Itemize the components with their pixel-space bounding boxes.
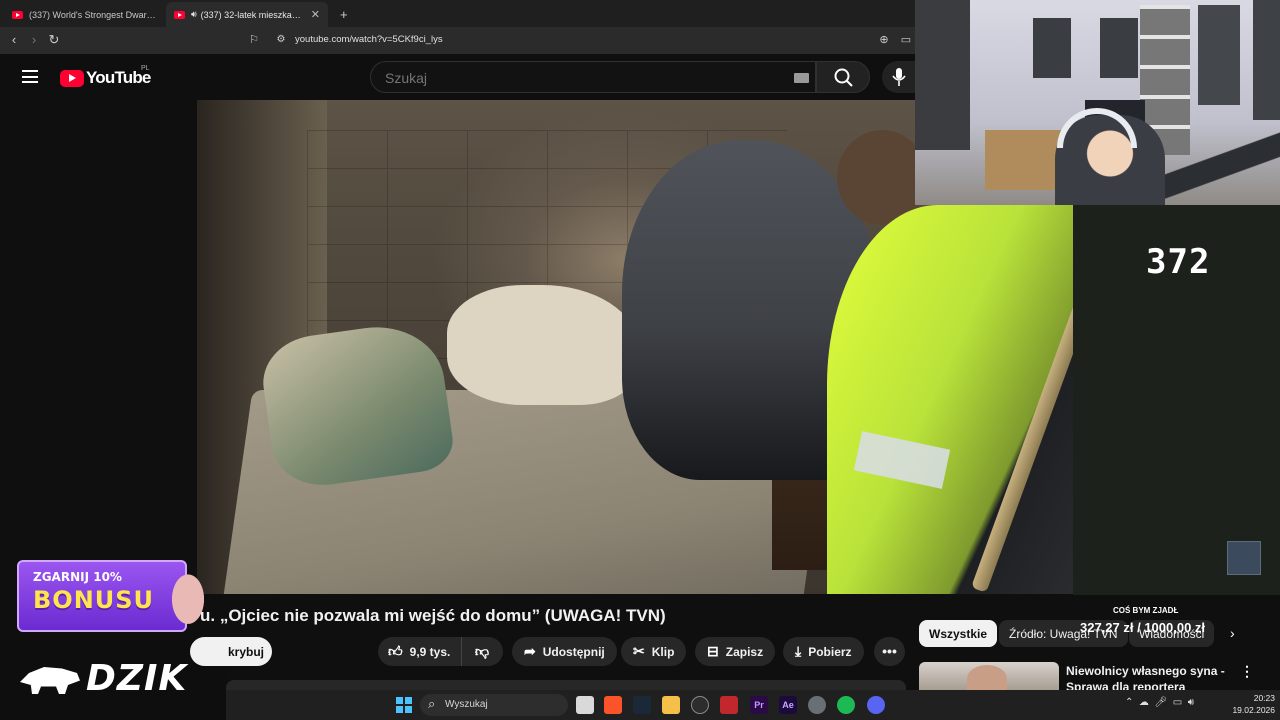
scissors-icon: ✂ [633, 643, 645, 659]
premiere-pro-icon[interactable]: Pr [750, 696, 768, 714]
task-view-icon[interactable] [576, 696, 594, 714]
brave-browser-icon[interactable] [604, 696, 622, 714]
donation-goal-label: COŚ BYM ZJADŁ [1113, 606, 1179, 615]
kebab-menu-icon[interactable]: ⋮ [1240, 663, 1254, 680]
taskbar-search[interactable]: Wyszukaj [420, 694, 568, 716]
new-tab-button[interactable]: + [332, 2, 356, 27]
microphone-icon [892, 68, 906, 86]
chip-all[interactable]: Wszystkie [919, 620, 998, 647]
spotify-icon[interactable] [837, 696, 855, 714]
settings-gear-icon[interactable] [808, 696, 826, 714]
tab-title: (337) 32-latek mieszka w kur [200, 9, 303, 20]
video-frame-reporter [827, 205, 1073, 594]
hamburger-menu-icon[interactable] [22, 70, 38, 83]
share-button[interactable]: ➦ Udostępnij [512, 637, 617, 666]
address-bar-row: ‹ › ↻ ⚐ ⚙ youtube.com/watch?v=5CKf9ci_ly… [0, 27, 915, 54]
browser-tab-strip: (337) World's Strongest Dwarf Brutal 🔊︎ … [0, 0, 915, 27]
recommended-video-title[interactable]: Niewolnicy własnego syna - Sprawa dla re… [1066, 663, 1226, 691]
windows-start-icon[interactable] [396, 697, 412, 713]
url-field[interactable]: youtube.com/watch?v=5CKf9ci_lys [295, 34, 443, 45]
steam-icon[interactable] [633, 696, 651, 714]
dzik-brand-text: DZIK [86, 658, 188, 699]
cast-icon[interactable]: ▭ [897, 31, 915, 49]
download-label: Pobierz [808, 644, 852, 659]
search-input[interactable] [385, 70, 765, 86]
description-box[interactable] [226, 680, 906, 690]
video-title: u. „Ojciec nie pozwala mi wejść do domu”… [200, 606, 666, 625]
system-tray[interactable]: ⌃ ☁ 🎤︎ ▭ 🔊︎ [1125, 697, 1194, 708]
save-button[interactable]: ⊟ Zapisz [695, 637, 776, 666]
voice-search-button[interactable] [882, 61, 915, 93]
webcam-feed [915, 0, 1280, 205]
thumbs-down-icon: 👎︎ [474, 643, 490, 659]
reload-icon[interactable]: ↻ [45, 31, 63, 49]
forward-icon[interactable]: › [25, 31, 43, 49]
like-dislike-group: 👍︎ 9,9 tys. 👎︎ [378, 637, 503, 666]
clock-date[interactable]: 19.02.2026 [1228, 705, 1275, 715]
download-icon: ⤓ [795, 643, 802, 659]
download-button[interactable]: ⤓ Pobierz [783, 637, 864, 666]
more-actions-button[interactable]: ••• [874, 637, 905, 666]
speaker-icon: 🔊︎ [191, 9, 197, 19]
back-icon[interactable]: ‹ [5, 31, 23, 49]
zoom-icon[interactable]: ⊕ [875, 31, 893, 49]
capcut-icon[interactable] [720, 696, 738, 714]
donation-goal-amount: 327,27 zł / 1000,00 zł [1080, 620, 1206, 635]
search-icon [834, 68, 853, 87]
bookmark-add-icon: ⊟ [707, 643, 719, 659]
like-count: 9,9 tys. [409, 644, 451, 659]
tab-title: (337) World's Strongest Dwarf Brutal [29, 9, 156, 20]
browser-tab-2[interactable]: 🔊︎ (337) 32-latek mieszka w kur ✕ [166, 2, 328, 27]
site-info-icon[interactable]: ⚙ [272, 31, 290, 49]
chevron-right-icon[interactable]: › [1230, 625, 1235, 641]
youtube-logo[interactable]: YouTube [60, 68, 151, 88]
youtube-header: YouTube PL [0, 54, 915, 100]
browser-tab-1[interactable]: (337) World's Strongest Dwarf Brutal [4, 2, 164, 27]
share-label: Udostępnij [542, 644, 605, 659]
save-label: Zapisz [725, 644, 764, 659]
subscribe-button[interactable]: krybuj [190, 637, 272, 666]
search-box[interactable] [370, 61, 816, 93]
discord-icon[interactable] [867, 696, 885, 714]
clip-label: Klip [651, 644, 675, 659]
obs-icon[interactable] [691, 696, 709, 714]
bookmark-icon[interactable]: ⚐ [245, 31, 263, 49]
mic-arm [1165, 125, 1280, 205]
recommended-video-thumbnail[interactable] [919, 662, 1059, 692]
clock-time[interactable]: 20:23 [1245, 693, 1275, 703]
youtube-favicon-icon [174, 10, 185, 19]
stream-counter: 372 [1146, 242, 1211, 282]
search-button[interactable] [816, 61, 870, 93]
overlay-thumbnail-icon [1227, 541, 1261, 575]
dislike-button[interactable]: 👎︎ [462, 637, 502, 666]
youtube-play-icon [60, 69, 84, 87]
after-effects-icon[interactable]: Ae [779, 696, 797, 714]
thumbs-up-icon: 👍︎ [388, 643, 403, 659]
keyboard-icon[interactable] [794, 73, 809, 83]
close-tab-icon[interactable]: ✕ [311, 8, 320, 21]
clip-button[interactable]: ✂ Klip [621, 637, 687, 666]
youtube-favicon-icon [12, 10, 23, 19]
share-icon: ➦ [524, 643, 536, 659]
file-explorer-icon[interactable] [662, 696, 680, 714]
region-code: PL [141, 65, 150, 72]
like-button[interactable]: 👍︎ 9,9 tys. [378, 637, 462, 666]
